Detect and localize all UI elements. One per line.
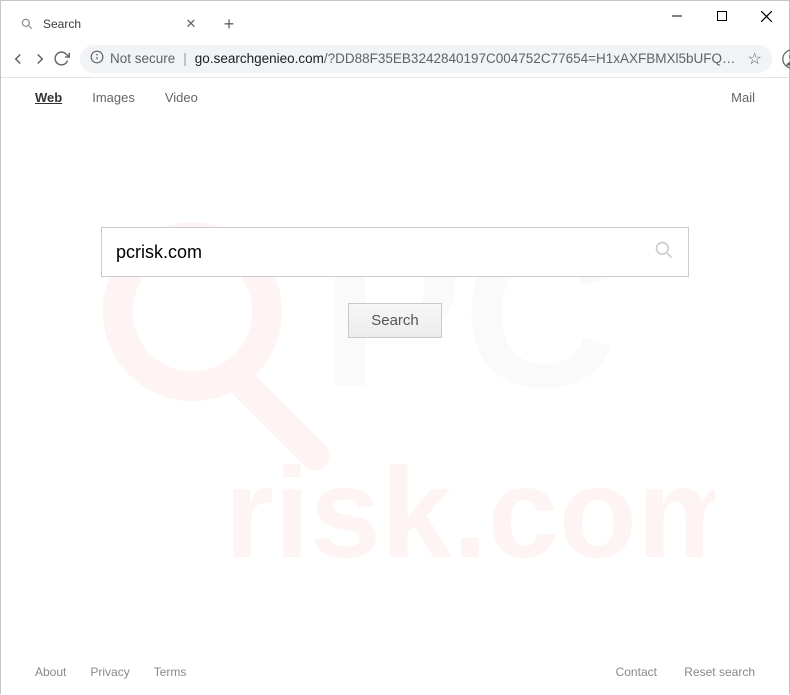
nav-mail[interactable]: Mail [731, 90, 755, 105]
url-text: go.searchgenieo.com/?DD88F35EB3242840197… [195, 51, 742, 66]
bookmark-star-icon[interactable]: ☆ [748, 49, 762, 69]
info-icon [90, 50, 104, 67]
search-input[interactable] [116, 242, 654, 263]
nav-video[interactable]: Video [165, 90, 198, 105]
new-tab-button[interactable]: + [215, 10, 243, 38]
browser-tab[interactable]: Search ✕ [9, 8, 209, 40]
close-icon[interactable]: ✕ [183, 16, 199, 32]
security-status[interactable]: Not secure [90, 50, 175, 67]
security-label: Not secure [110, 51, 175, 66]
browser-toolbar: Not secure | go.searchgenieo.com/?DD88F3… [1, 40, 789, 78]
nav-images[interactable]: Images [92, 90, 135, 105]
magnifier-icon[interactable] [654, 240, 674, 265]
footer-privacy[interactable]: Privacy [90, 665, 129, 679]
maximize-button[interactable] [699, 1, 744, 31]
close-window-button[interactable] [744, 1, 789, 31]
search-box [101, 227, 689, 277]
svg-text:risk.com: risk.com [224, 442, 715, 585]
footer-terms[interactable]: Terms [154, 665, 187, 679]
search-area: Search [101, 227, 689, 338]
footer-reset-search[interactable]: Reset search [684, 665, 755, 679]
forward-button[interactable] [31, 45, 49, 73]
tab-title: Search [43, 17, 81, 31]
footer-about[interactable]: About [35, 665, 66, 679]
footer: About Privacy Terms Contact Reset search [1, 649, 789, 695]
profile-button[interactable] [782, 45, 790, 73]
back-button[interactable] [9, 45, 27, 73]
reload-button[interactable] [53, 45, 70, 73]
magnifier-icon [19, 16, 35, 32]
separator: | [183, 51, 187, 66]
page-content: PC risk.com Web Images Video Mail Search… [1, 78, 789, 695]
footer-contact[interactable]: Contact [616, 665, 657, 679]
nav-web[interactable]: Web [35, 90, 62, 105]
search-button[interactable]: Search [348, 303, 442, 338]
window-titlebar: Search ✕ + [1, 1, 789, 40]
watermark: PC risk.com [1, 78, 789, 695]
address-bar[interactable]: Not secure | go.searchgenieo.com/?DD88F3… [80, 45, 772, 73]
top-nav: Web Images Video Mail [1, 78, 789, 117]
minimize-button[interactable] [654, 1, 699, 31]
